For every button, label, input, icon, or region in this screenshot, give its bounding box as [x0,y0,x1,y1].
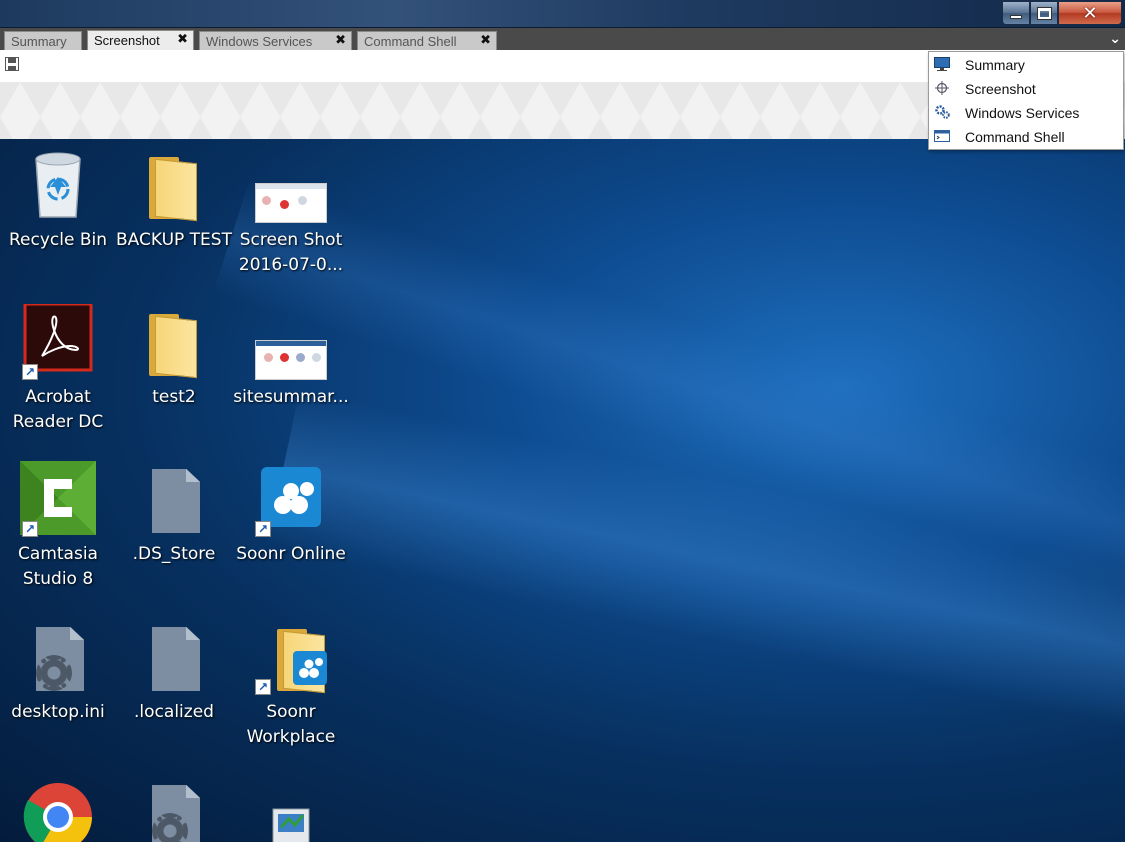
desktop-icon-recycle-bin[interactable]: Recycle Bin [0,147,116,253]
desktop-icon-settings-file[interactable] [116,777,232,842]
window-title-bar: ✕ [0,0,1125,28]
desktop-icon-label: BACKUP TEST [116,230,232,250]
shortcut-arrow-icon: ↗ [22,521,38,537]
desktop-icon-label: Screen Shot 2016-07-0... [238,230,344,275]
desktop-icon-label: sitesummar... [233,387,349,407]
desktop-icon-backup-test[interactable]: BACKUP TEST [116,147,232,253]
shortcut-arrow-icon: ↗ [255,521,271,537]
network-computer-icon [251,777,331,842]
chrome-icon [18,777,98,842]
file-icon [134,619,214,695]
menu-item-screenshot[interactable]: Screenshot [929,77,1123,101]
gear-icon [36,655,72,691]
desktop-icon-soonr-workplace[interactable]: ↗ Soonr Workplace [233,619,349,750]
close-icon: ✕ [1082,2,1098,24]
desktop-icon-network-app[interactable] [233,777,349,842]
desktop-icon-label: Acrobat Reader DC [12,387,104,432]
tab-dropdown-menu: Summary Screenshot Windows Services Comm… [928,51,1124,150]
gear-icon [152,813,188,842]
folder-icon [134,147,214,223]
shortcut-arrow-icon: ↗ [255,679,271,695]
menu-item-summary[interactable]: Summary [929,53,1123,77]
shortcut-arrow-icon: ↗ [22,364,38,380]
tab-close-icon[interactable]: ✖ [335,33,346,48]
tab-label: Summary [11,34,67,49]
recycle-bin-icon [18,147,98,223]
file-icon [134,461,214,537]
chevron-down-icon[interactable]: ⌄ [1109,31,1121,47]
desktop-icon-soonr-online[interactable]: ↗ Soonr Online [233,461,349,567]
desktop-icon-label: Soonr Workplace [246,702,336,747]
close-window-button[interactable]: ✕ [1058,1,1122,25]
desktop-icon-localized[interactable]: .localized [116,619,232,725]
desktop-icon-label: desktop.ini [11,702,105,722]
desktop-icon-desktop-ini[interactable]: desktop.ini [0,619,116,725]
minimize-icon [1010,15,1022,19]
desktop-icon-acrobat-reader[interactable]: ↗ Acrobat Reader DC [0,302,116,435]
desktop-icon-screen-shot[interactable]: Screen Shot 2016-07-0... [233,147,349,278]
remote-desktop-screenshot[interactable]: Recycle Bin BACKUP TEST Screen Shot 2016… [0,139,1125,842]
desktop-icon-label: Camtasia Studio 8 [18,544,98,589]
menu-item-label: Screenshot [965,81,1036,97]
tab-summary[interactable]: Summary [4,31,82,50]
menu-item-label: Command Shell [965,129,1065,145]
desktop-icon-test2[interactable]: test2 [116,304,232,410]
monitor-icon [934,57,950,71]
camtasia-icon: ↗ [18,461,98,537]
menu-item-label: Windows Services [965,105,1080,121]
minimize-button[interactable] [1002,1,1030,25]
acrobat-icon: ↗ [18,302,98,380]
desktop-icon-camtasia[interactable]: ↗ Camtasia Studio 8 [0,461,116,592]
tab-close-icon[interactable]: ✖ [177,32,188,47]
menu-item-label: Summary [965,57,1025,73]
desktop-icon-chrome[interactable] [0,777,116,842]
settings-file-icon [18,619,98,695]
soonr-icon: ↗ [251,461,331,537]
window-controls: ✕ [1002,1,1122,25]
image-thumbnail-icon [251,147,331,223]
tab-label: Command Shell [364,34,457,49]
tab-windows-services[interactable]: Windows Services ✖ [199,31,352,50]
tab-close-icon[interactable]: ✖ [480,33,491,48]
desktop-icon-ds-store[interactable]: .DS_Store [116,461,232,567]
tab-strip: Summary Screenshot ✖ Windows Services ✖ … [0,28,1125,50]
tab-label: Windows Services [206,34,313,49]
maximize-button[interactable] [1030,1,1058,25]
desktop-icon-label: test2 [152,387,196,407]
restore-icon [1036,6,1052,20]
desktop-icon-label: Recycle Bin [8,230,107,250]
tab-label: Screenshot [94,33,160,48]
desktop-icon-sitesummary[interactable]: sitesummar... [233,304,349,410]
gears-icon [935,105,950,119]
crosshair-icon [935,81,949,95]
image-thumbnail-icon [251,304,331,380]
terminal-window-icon [934,130,950,142]
desktop-icon-label: .localized [134,702,214,722]
desktop-icon-label: .DS_Store [132,544,216,564]
tab-command-shell[interactable]: Command Shell ✖ [357,31,497,50]
settings-file-icon [134,777,214,842]
desktop-icon-label: Soonr Online [236,544,346,564]
tab-screenshot[interactable]: Screenshot ✖ [87,30,194,50]
folder-icon [134,304,214,380]
save-icon[interactable] [5,57,19,71]
menu-item-windows-services[interactable]: Windows Services [929,101,1123,125]
menu-item-command-shell[interactable]: Command Shell [929,125,1123,149]
soonr-folder-icon: ↗ [251,619,331,695]
